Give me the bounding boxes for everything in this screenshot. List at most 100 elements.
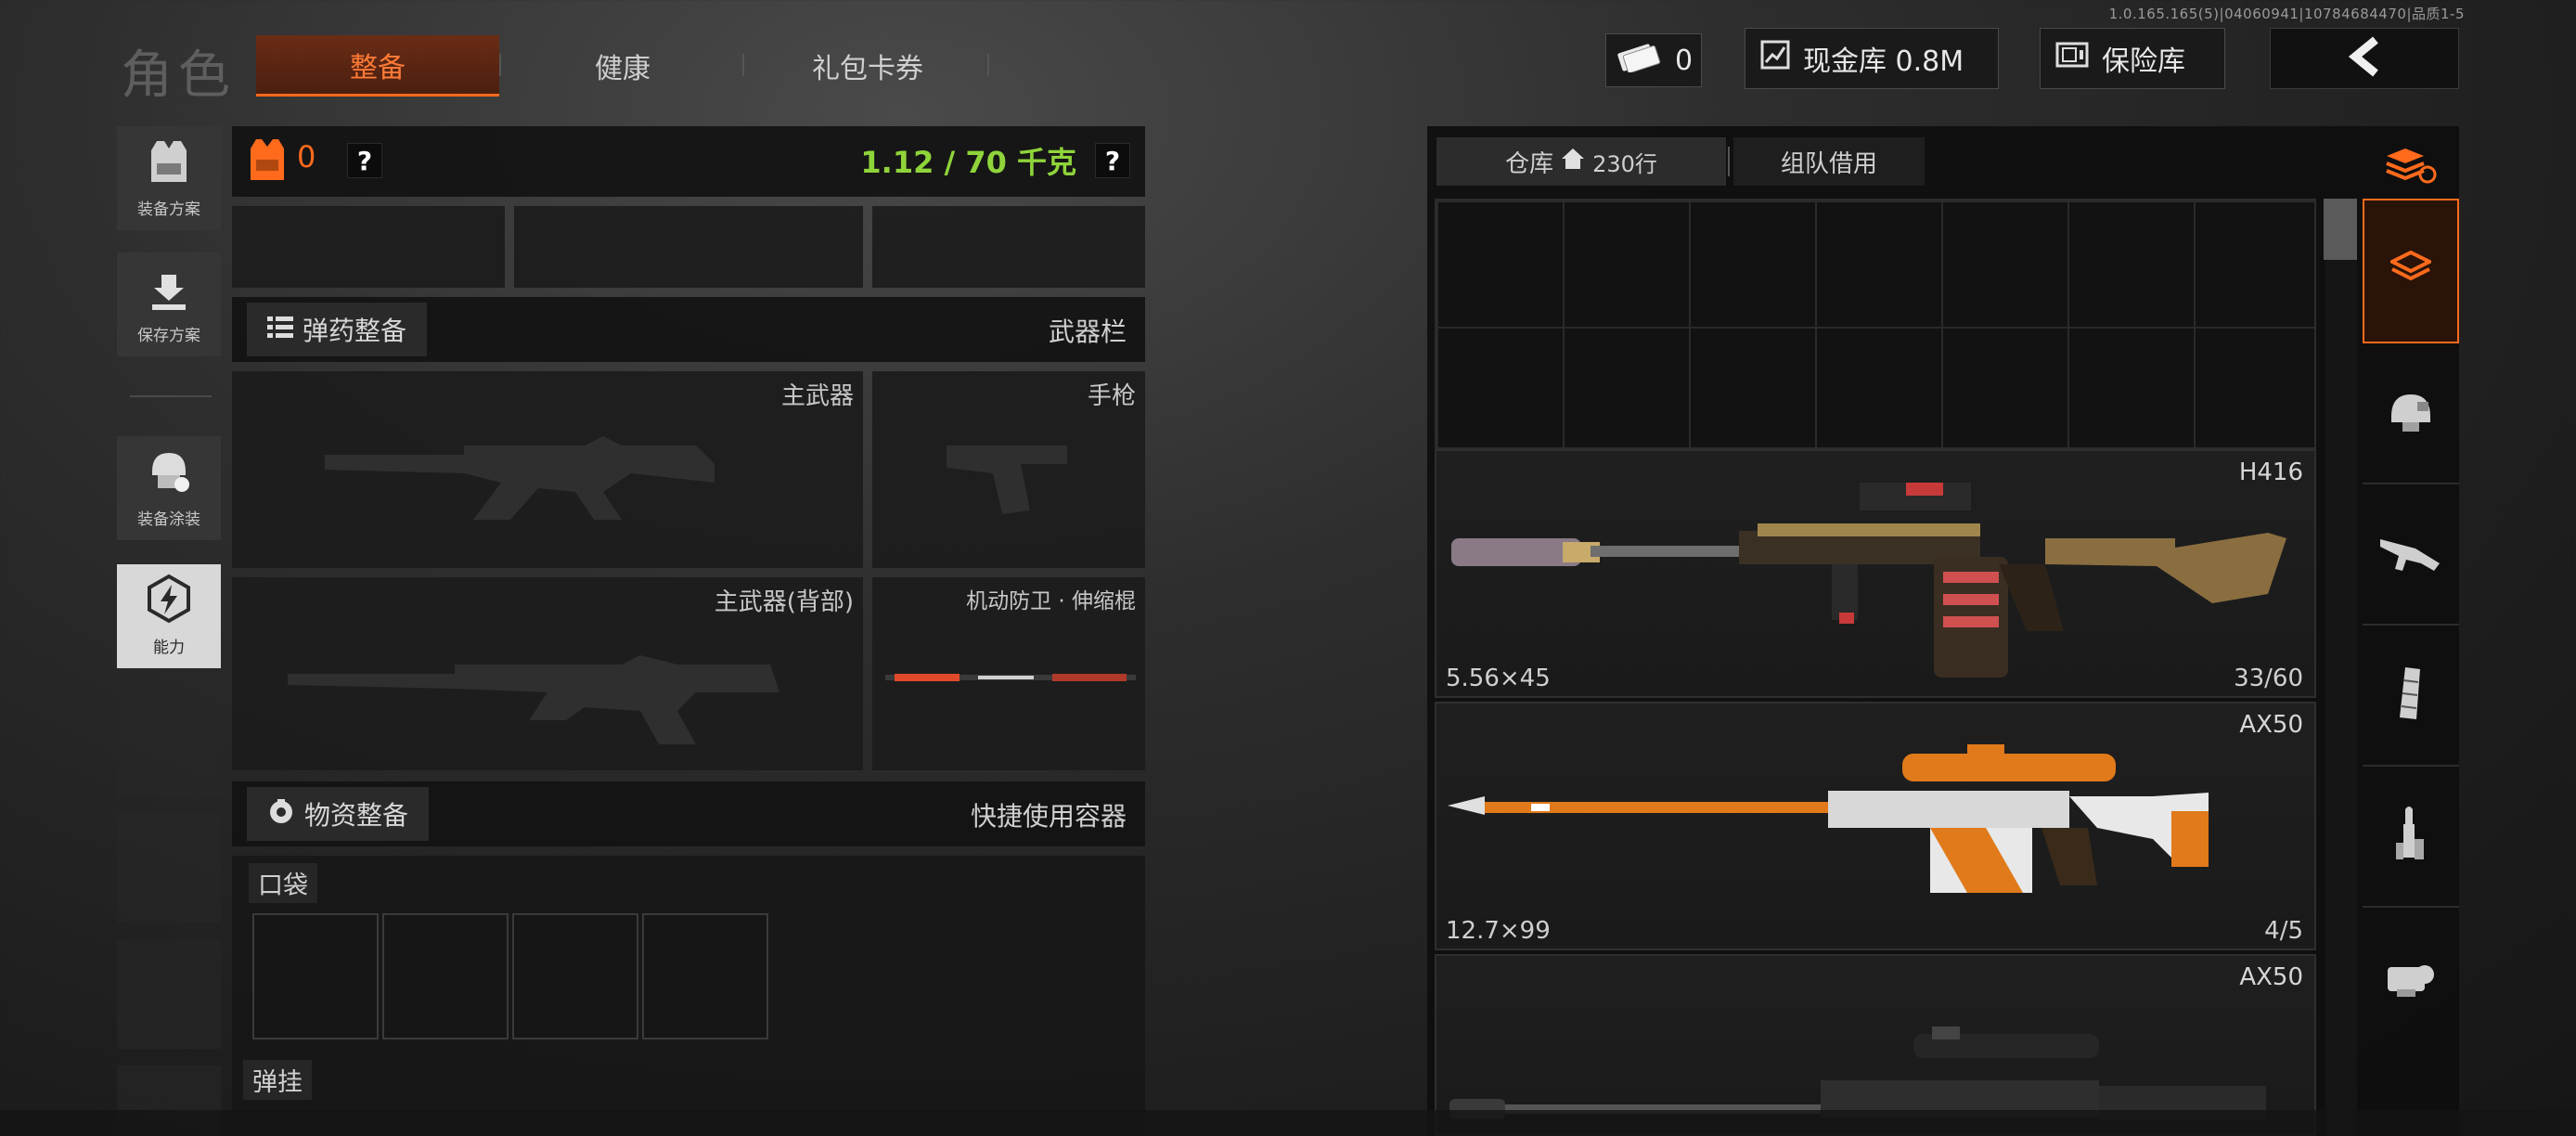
cash-vault-label: 现金库 0.8M [1803,45,1964,78]
rifle-h416-icon [1451,464,2305,691]
rifle-icon [2378,530,2443,580]
gear-slot[interactable] [232,206,505,288]
safe-label: 保险库 [2102,45,2185,78]
rig-label: 弹挂 [243,1060,312,1100]
primary-weapon-label: 主武器 [780,382,854,410]
supplies-section-label: 物资整备 [304,800,409,831]
category-scope[interactable] [2363,910,2459,1049]
rifle-silhouette-icon [325,418,724,533]
banknote-icon [1616,41,1662,80]
pocket-slot[interactable] [382,913,509,1039]
nav-empty-slot [117,813,221,923]
version-text: 1.0.165.165(5)|04060941|10784684470|品质1-… [2108,6,2465,22]
safe-button[interactable]: 保险库 [2040,28,2225,89]
category-storage[interactable] [2363,199,2459,343]
sort-stack-icon [2385,145,2437,189]
home-icon [1561,148,1585,176]
tab-divider [742,54,744,76]
ammo-section-button[interactable]: 弹药整备 [247,303,428,356]
nav-ability-label: 能力 [153,639,185,657]
weapon-bar-label: 武器栏 [1048,316,1127,347]
pocket-slot[interactable] [512,913,638,1039]
tab-health[interactable]: 健康 [553,35,692,97]
category-rifle[interactable] [2363,486,2459,626]
storage-grid[interactable] [1435,199,2316,449]
pistol-label: 手枪 [1087,382,1136,410]
nav-empty-slot [117,687,221,796]
tab-storage[interactable]: 仓库 230行 [1436,137,1726,186]
cash-vault-button[interactable]: 现金库 0.8M [1745,28,1999,89]
armor-count: 0 [297,139,316,174]
tab-storage-label: 仓库 [1505,149,1554,178]
nav-gear-paint[interactable]: 装备涂装 [117,436,221,540]
chevron-left-icon [2346,36,2383,81]
tab-divider [499,54,501,76]
primary-back-label: 主武器(背部) [714,588,854,616]
weight-help-icon[interactable]: ? [1095,143,1130,178]
item-caliber: 12.7×99 [1446,917,1551,945]
magazine-icon [2392,665,2429,727]
gear-slot[interactable] [514,206,863,288]
download-icon [148,271,189,316]
ammo-section-label: 弹药整备 [303,316,407,346]
warehouse-item-card[interactable]: H416 5.56×45 33/60 [1435,449,2316,698]
primary-back-weapon-slot[interactable]: 主武器(背部) [232,577,863,770]
item-name: AX50 [2239,963,2303,991]
nav-loadout-plan[interactable]: 装备方案 [117,126,221,230]
ability-lightning-icon [144,574,194,628]
pistol-silhouette-icon [947,436,1076,523]
currency-display[interactable]: 0 [1605,33,1702,87]
tab-gift-coupons[interactable]: 礼包卡券 [779,35,956,97]
bottom-strip [0,1110,2576,1136]
pocket-slot[interactable] [642,913,768,1039]
primary-weapon-slot[interactable]: 主武器 [232,371,863,568]
warehouse-scrollbar[interactable] [2325,199,2357,1136]
tab-loadout[interactable]: 整备 [256,35,499,97]
nav-save-plan-label: 保存方案 [137,327,200,345]
helmet-icon [2386,389,2436,439]
pocket-slot[interactable] [252,913,379,1039]
nav-empty-slot [117,939,221,1049]
chart-icon [1760,40,1790,77]
help-icon[interactable]: ? [347,143,382,178]
nav-save-plan[interactable]: 保存方案 [117,252,221,356]
sort-button[interactable] [2363,136,2459,199]
item-name: AX50 [2239,711,2303,739]
storage-rows: 230行 [1592,150,1657,177]
vest-icon [146,137,192,190]
baton-icon [885,666,1136,692]
storage-icon [2388,250,2434,291]
nav-loadout-plan-label: 装备方案 [137,200,200,219]
helmet-paint-icon [145,447,193,500]
page-title: 角色 [121,45,236,106]
supply-bag-icon [267,797,295,832]
back-button[interactable] [2270,28,2459,89]
quick-container-label: 快捷使用容器 [970,801,1127,832]
safe-icon [2055,41,2089,76]
supplies-section-button[interactable]: 物资整备 [247,787,430,841]
weight-indicator: 1.12 / 70 千克 [860,145,1076,180]
tab-divider [987,54,989,76]
category-magazine[interactable] [2363,627,2459,767]
warehouse-item-card[interactable]: AX50 12.7×99 4/5 [1435,702,2316,950]
currency-value: 0 [1675,44,1694,77]
pistol-slot[interactable]: 手枪 [872,371,1145,568]
tab-divider [1728,147,1730,176]
armor-icon [249,136,286,187]
pocket-label: 口袋 [249,863,317,903]
melee-slot[interactable]: 机动防卫 · 伸缩棍 [872,577,1145,770]
nav-ability[interactable]: 能力 [117,564,221,668]
category-ammo[interactable] [2363,768,2459,908]
gear-slot[interactable] [872,206,1145,288]
warehouse-item-card[interactable]: AX50 [1435,954,2316,1136]
sniper-ax50-icon [1448,737,2301,926]
nav-gear-paint-label: 装备涂装 [137,510,200,529]
rifle-silhouette-icon [288,627,779,752]
ammo-icon [2392,806,2429,869]
item-ammo-count: 33/60 [2234,665,2303,692]
item-ammo-count: 4/5 [2264,917,2303,945]
item-caliber: 5.56×45 [1446,665,1551,692]
tab-team-borrow[interactable]: 组队借用 [1733,137,1925,186]
scrollbar-thumb[interactable] [2324,199,2357,260]
category-helmet[interactable] [2363,345,2459,484]
